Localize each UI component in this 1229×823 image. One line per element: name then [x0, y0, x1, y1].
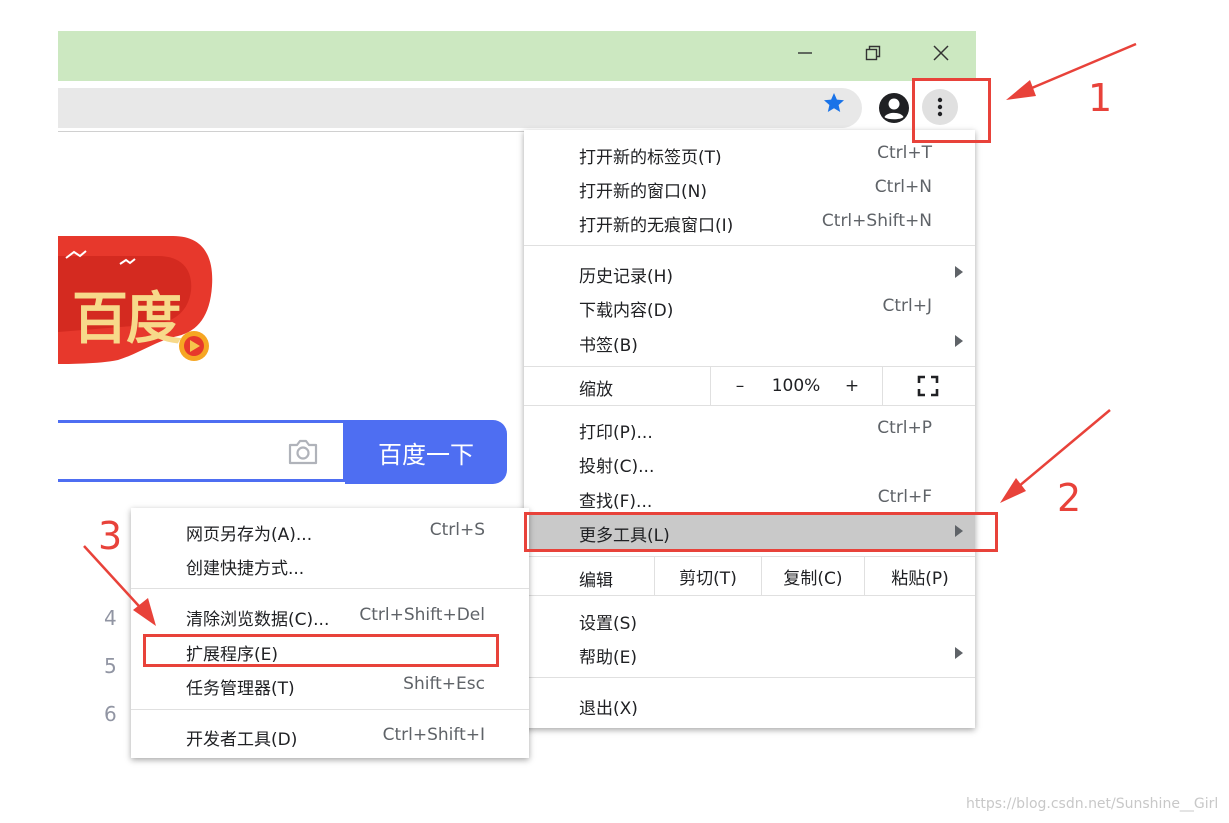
annotation-step-1: 1 — [1088, 76, 1113, 120]
watermark: https://blog.csdn.net/Sunshine__Girl — [966, 796, 1219, 812]
annotation-arrows — [83, 42, 1137, 626]
annotation-step-3: 3 — [98, 514, 123, 558]
annotation-step-2: 2 — [1057, 476, 1082, 520]
